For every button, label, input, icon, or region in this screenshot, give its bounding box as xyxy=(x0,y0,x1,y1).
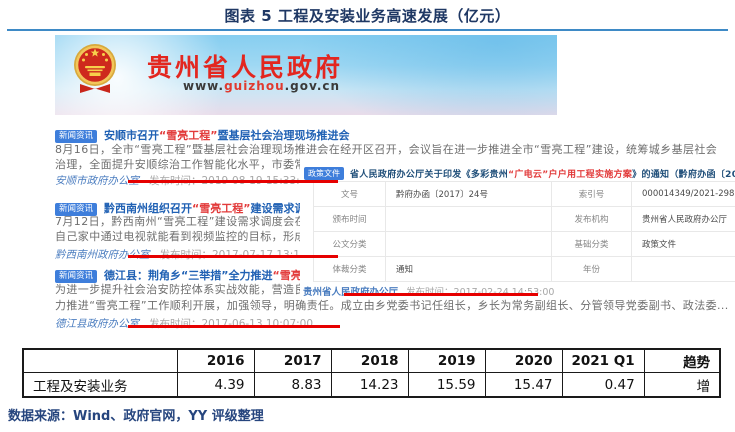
news-item-1-publisher-row: 安顺市政府办公室发布时间：2019-08-19 15:33:59 xyxy=(55,169,313,188)
metrics-row-label: 工程及安装业务 xyxy=(23,373,177,398)
table-row: 颁布时间 发布机构 贵州省人民政府办公厅 xyxy=(314,207,735,232)
meta-value: 黔府办函〔2017〕24号 xyxy=(386,182,552,207)
url-suffix: .gov.cn xyxy=(285,79,340,93)
red-underline-annotation xyxy=(344,293,538,296)
meta-label: 颁布时间 xyxy=(314,207,386,232)
policy-title-highlight: “广电云”户户用工程实施方案 xyxy=(508,170,632,180)
meta-label: 发布机构 xyxy=(552,207,632,232)
publish-time-value: 2017-06-13 10:07:00 xyxy=(202,318,314,330)
metrics-value: 14.23 xyxy=(331,373,408,398)
metrics-header-year: 2020 xyxy=(485,349,562,373)
news-item-3-body-line2: 力推进“雪亮工程”工作顺利开展，加强领导，明确责任。成立由乡党委书记任组长，乡长… xyxy=(55,297,729,313)
metrics-header-empty xyxy=(23,349,177,373)
metrics-header-year: 2018 xyxy=(331,349,408,373)
url-domain: guizhou xyxy=(224,79,285,93)
metrics-header-year: 2021 Q1 xyxy=(562,349,644,373)
table-row: 公文分类 基础分类 政策文件 xyxy=(314,232,735,257)
policy-doc-meta-table: 文号 黔府办函〔2017〕24号 索引号 000014349/2021-2981… xyxy=(313,181,735,282)
meta-value xyxy=(632,257,735,282)
meta-label: 索引号 xyxy=(552,182,632,207)
metrics-header-year: 2016 xyxy=(177,349,254,373)
metrics-value: 15.59 xyxy=(408,373,485,398)
meta-value: 通知 xyxy=(386,257,552,282)
policy-title-post: 》的通知（黔府办函〔2017〕 xyxy=(632,170,735,180)
metrics-table: 2016 2017 2018 2019 2020 2021 Q1 趋势 工程及安… xyxy=(22,348,721,398)
metrics-value: 8.83 xyxy=(254,373,331,398)
figure-canvas: 图表 5 工程及安装业务高速发展（亿元） 贵州省人民政府 xyxy=(0,0,735,432)
policy-doc-panel: 政策文件省人民政府办公厅关于印发《多彩贵州“广电云”户户用工程实施方案》的通知（… xyxy=(300,158,735,296)
metrics-trend: 增 xyxy=(644,373,720,398)
news-item-2-publisher-row: 黔西南州政府办公室发布时间：2017-07-17 13:10:00 xyxy=(55,243,324,262)
red-underline-annotation xyxy=(128,180,338,183)
title-divider xyxy=(7,29,728,31)
publish-time-label: 发布时间： xyxy=(149,318,202,330)
metrics-value: 4.39 xyxy=(177,373,254,398)
publish-time: 发布时间：2017-06-13 10:07:00 xyxy=(149,318,313,330)
red-underline-annotation xyxy=(128,255,338,258)
meta-value xyxy=(386,232,552,257)
metrics-header-year: 2019 xyxy=(408,349,485,373)
meta-value: 000014349/2021-2981388 xyxy=(632,182,735,207)
metrics-value: 0.47 xyxy=(562,373,644,398)
meta-value xyxy=(386,207,552,232)
policy-title-pre: 省人民政府办公厅关于印发《多彩贵州 xyxy=(350,170,508,180)
url-www: www. xyxy=(183,79,224,93)
meta-label: 公文分类 xyxy=(314,232,386,257)
metrics-value: 15.47 xyxy=(485,373,562,398)
news-item-1-body-line1: 8月16日，全市“雪亮工程”暨基层社会治理现场推进会在经开区召开，会议旨在进一步… xyxy=(55,141,717,157)
meta-value: 贵州省人民政府办公厅 xyxy=(632,207,735,232)
national-emblem-icon xyxy=(72,41,118,97)
meta-value: 政策文件 xyxy=(632,232,735,257)
red-underline-annotation xyxy=(128,325,340,328)
meta-label: 年份 xyxy=(552,257,632,282)
policy-doc-title: 省人民政府办公厅关于印发《多彩贵州“广电云”户户用工程实施方案》的通知（黔府办函… xyxy=(350,170,735,180)
news-item-3-publisher-row: 德江县政府办公室发布时间：2017-06-13 10:07:00 xyxy=(55,312,313,331)
metrics-header-trend: 趋势 xyxy=(644,349,720,373)
metrics-data-row: 工程及安装业务 4.39 8.83 14.23 15.59 15.47 0.47… xyxy=(23,373,720,398)
meta-label: 文号 xyxy=(314,182,386,207)
figure-title: 图表 5 工程及安装业务高速发展（亿元） xyxy=(0,5,735,26)
meta-label: 基础分类 xyxy=(552,232,632,257)
publisher-link: 德江县政府办公室 xyxy=(55,318,139,330)
table-row: 文号 黔府办函〔2017〕24号 索引号 000014349/2021-2981… xyxy=(314,182,735,207)
data-source-note: 数据来源：Wind、政府官网，YY 评级整理 xyxy=(8,405,264,424)
site-url: www.guizhou.gov.cn xyxy=(183,79,340,93)
metrics-header-row: 2016 2017 2018 2019 2020 2021 Q1 趋势 xyxy=(23,349,720,373)
meta-label: 体裁分类 xyxy=(314,257,386,282)
metrics-header-year: 2017 xyxy=(254,349,331,373)
gov-site-banner: 贵州省人民政府 www.guizhou.gov.cn xyxy=(55,35,557,115)
policy-badge: 政策文件 xyxy=(304,167,344,180)
table-row: 体裁分类 通知 年份 xyxy=(314,257,735,282)
publisher-link: 安顺市政府办公室 xyxy=(55,175,139,187)
policy-doc-title-row: 政策文件省人民政府办公厅关于印发《多彩贵州“广电云”户户用工程实施方案》的通知（… xyxy=(304,162,735,181)
